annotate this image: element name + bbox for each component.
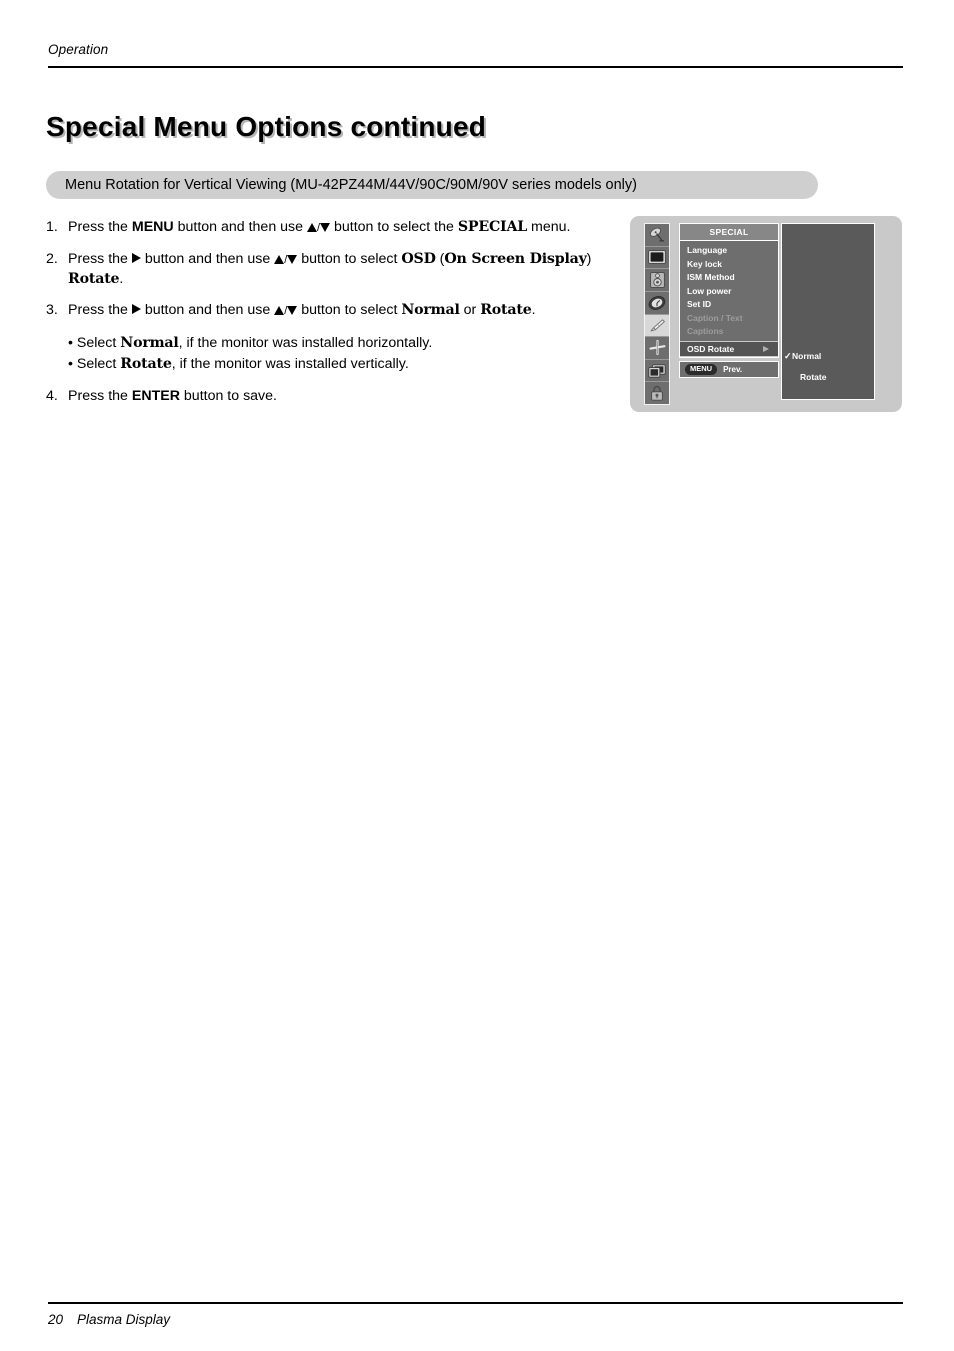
up-arrow-icon (274, 255, 285, 264)
step-1-part1: Press the (68, 219, 132, 235)
osd-value-panel: ✓ Normal Rotate (781, 223, 875, 400)
step-4-number: 4. (46, 388, 58, 404)
step-2-osd: OSD (401, 251, 436, 267)
step-4-text: Press the ENTER button to save. (68, 387, 621, 406)
step-1-part4: menu. (527, 219, 571, 235)
value-option-rotate[interactable]: Rotate (800, 372, 826, 382)
step-3-text: Press the button and then use / button t… (68, 301, 621, 321)
up-arrow-icon (306, 223, 317, 232)
step-3-normal: Normal (401, 302, 460, 318)
step-3-part5: . (531, 302, 536, 318)
bullet-2-part1: Select (72, 356, 121, 372)
step-3-part1: Press the (68, 302, 132, 318)
down-arrow-icon (320, 223, 331, 232)
value-option-rotate-label: Rotate (800, 372, 827, 382)
bullet-list: • Select Normal, if the monitor was inst… (68, 333, 621, 375)
footer-divider (48, 1302, 903, 1304)
bullet-2-part2: , if the monitor was installed verticall… (171, 356, 409, 372)
footer-page-number: 20 (48, 1312, 64, 1327)
page-footer: 20 Plasma Display (48, 1312, 170, 1327)
step-3-part3: button to select (297, 302, 402, 318)
step-2-number: 2. (46, 251, 58, 267)
lock-icon (645, 382, 669, 404)
step-2-text: Press the button and then use / button t… (68, 250, 621, 289)
menu-item-low-power[interactable]: Low power (680, 285, 778, 299)
header-divider (48, 66, 903, 68)
special-icon (645, 314, 669, 338)
bullet-item: • Select Rotate, if the monitor was inst… (68, 354, 621, 375)
up-arrow-icon (274, 306, 285, 315)
osd-menu-title: SPECIAL (680, 224, 778, 241)
step-3: 3. Press the button and then use / butto… (46, 301, 621, 321)
step-4: 4. Press the ENTER button to save. (46, 387, 621, 406)
osd-menu-list: Language Key lock ISM Method Low power S… (680, 241, 778, 357)
bullet-1-normal: Normal (120, 335, 179, 351)
bullet-1-part1: Select (72, 335, 121, 351)
step-4-part2: button to save. (179, 388, 277, 404)
step-1-special-menu: SPECIAL (457, 219, 528, 235)
down-arrow-icon (287, 255, 298, 264)
step-2-part5: ) (586, 251, 592, 267)
bullet-1-part2: , if the monitor was installed horizonta… (178, 335, 433, 351)
timer-icon (645, 292, 669, 315)
sound-icon (645, 269, 669, 292)
menu-item-key-lock[interactable]: Key lock (680, 258, 778, 272)
osd-menu-footer: MENU Prev. (679, 360, 779, 378)
page-title: Special Menu Options continued (46, 110, 487, 142)
step-2-on-screen-display: On Screen Display (444, 251, 587, 267)
step-4-enter-key: ENTER (131, 388, 180, 404)
section-heading-bar: Menu Rotation for Vertical Viewing (MU-4… (46, 171, 818, 199)
menu-item-language[interactable]: Language (680, 244, 778, 258)
instruction-steps: 1. Press the MENU button and then use / … (46, 218, 621, 418)
right-arrow-icon (131, 304, 141, 314)
osd-menu-column: SPECIAL Language Key lock ISM Method Low… (679, 223, 779, 378)
footer-product-name: Plasma Display (77, 1312, 171, 1327)
step-1-menu-key: MENU (131, 219, 174, 235)
osd-inner: SPECIAL Language Key lock ISM Method Low… (644, 223, 888, 405)
step-2-part3: button to select (297, 251, 402, 267)
menu-item-ism-method[interactable]: ISM Method (680, 271, 778, 285)
section-heading-label: Menu Rotation for Vertical Viewing (MU-4… (65, 177, 637, 193)
pip-icon (645, 360, 669, 383)
value-option-normal-label: Normal (792, 351, 822, 361)
step-2-rotate: Rotate (68, 271, 120, 287)
step-1: 1. Press the MENU button and then use / … (46, 218, 621, 238)
bullet-2-rotate: Rotate (120, 356, 172, 372)
step-3-number: 3. (46, 302, 58, 318)
step-3-part2: button and then use (140, 302, 275, 318)
menu-item-osd-rotate[interactable]: OSD Rotate (680, 340, 778, 357)
menu-prev-label: Prev. (723, 364, 743, 374)
chevron-right-icon (763, 345, 769, 352)
step-1-text: Press the MENU button and then use / but… (68, 218, 621, 238)
menu-button-key[interactable]: MENU (685, 363, 718, 375)
running-head: Operation (48, 42, 109, 57)
right-arrow-icon (131, 253, 141, 263)
step-3-part4: or (459, 302, 481, 318)
menu-item-set-id[interactable]: Set ID (680, 298, 778, 312)
step-2-part1: Press the (68, 251, 132, 267)
step-1-number: 1. (46, 219, 58, 235)
checkmark-icon: ✓ (784, 351, 792, 361)
step-2: 2. Press the button and then use / butto… (46, 250, 621, 289)
osd-icon-rail (644, 223, 670, 405)
step-2-part6: . (119, 271, 124, 287)
value-option-normal[interactable]: ✓ Normal (784, 351, 822, 361)
step-2-part2: button and then use (140, 251, 275, 267)
step-4-part1: Press the (68, 388, 132, 404)
antenna-icon (645, 224, 669, 247)
step-3-rotate: Rotate (480, 302, 532, 318)
menu-item-caption-text: Caption / Text (687, 312, 743, 323)
step-1-part3: button to select the (330, 219, 458, 235)
menu-item-osd-rotate-label: OSD Rotate (687, 343, 735, 354)
bullet-item: • Select Normal, if the monitor was inst… (68, 333, 621, 354)
menu-item-captions: Captions (687, 326, 724, 336)
down-arrow-icon (287, 306, 298, 315)
screen-icon (645, 337, 669, 360)
picture-icon (645, 247, 669, 270)
osd-illustration: SPECIAL Language Key lock ISM Method Low… (630, 216, 902, 412)
osd-menu-panel: SPECIAL Language Key lock ISM Method Low… (679, 223, 779, 358)
step-1-part2: button and then use (173, 219, 307, 235)
